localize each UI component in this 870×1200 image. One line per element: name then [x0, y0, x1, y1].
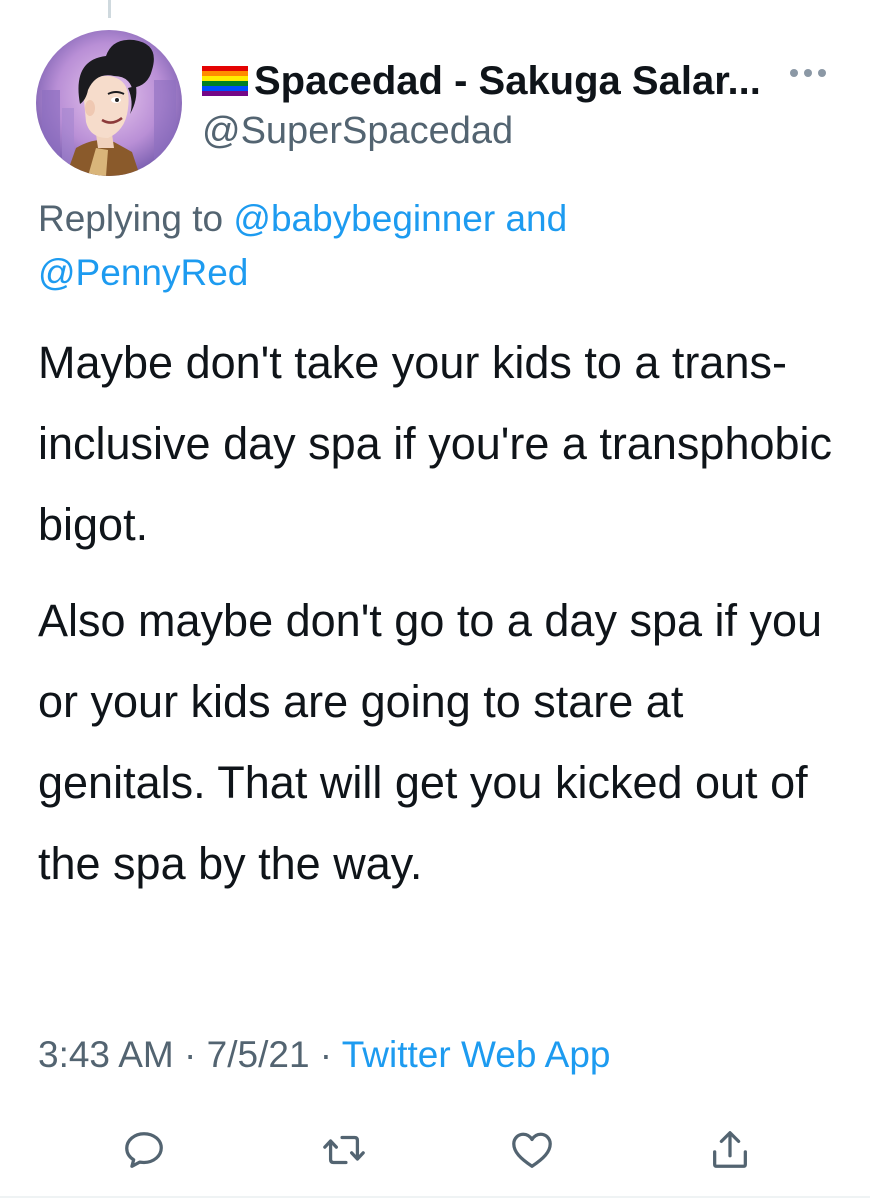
like-button[interactable]	[500, 1118, 564, 1182]
replying-to-line: Replying to @babybeginner and @PennyRed	[38, 192, 838, 300]
pride-rainbow-flag-icon	[202, 66, 248, 96]
tweet-metadata: 3:43 AM · 7/5/21 · Twitter Web App	[38, 1034, 610, 1076]
replying-to-prefix: Replying to	[38, 198, 234, 239]
tweet-body: Maybe don't take your kids to a trans-in…	[38, 322, 838, 919]
author-handle[interactable]: @SuperSpacedad	[202, 110, 802, 153]
mention-link[interactable]: @PennyRed	[38, 252, 248, 293]
avatar-illustration	[36, 30, 182, 176]
tweet-paragraph: Also maybe don't go to a day spa if you …	[38, 595, 823, 889]
meta-separator: ·	[173, 1034, 207, 1075]
reply-button[interactable]	[112, 1118, 176, 1182]
tweet-source-link[interactable]: Twitter Web App	[342, 1034, 611, 1075]
more-options-icon[interactable]	[788, 66, 828, 78]
heart-icon	[512, 1132, 552, 1168]
tweet-paragraph: Maybe don't take your kids to a trans-in…	[38, 337, 833, 550]
retweet-button[interactable]	[312, 1118, 376, 1182]
thread-connector-line	[108, 0, 111, 18]
bottom-divider	[0, 1196, 870, 1198]
mention-link[interactable]: @babybeginner	[233, 198, 495, 239]
tweet-action-bar	[0, 1118, 870, 1182]
tweet-header: Spacedad - Sakuga Salar... @SuperSpaceda…	[36, 30, 836, 190]
share-icon	[713, 1131, 747, 1168]
retweet-icon	[323, 1135, 365, 1165]
tweet-time[interactable]: 3:43 AM	[38, 1034, 174, 1075]
share-button[interactable]	[698, 1118, 762, 1182]
avatar[interactable]	[36, 30, 182, 176]
replying-to-conjunction[interactable]: and	[495, 198, 567, 239]
tweet-date[interactable]: 7/5/21	[207, 1034, 310, 1075]
author-display-name[interactable]: Spacedad - Sakuga Salar...	[254, 59, 761, 104]
author-block: Spacedad - Sakuga Salar... @SuperSpaceda…	[202, 56, 802, 153]
reply-icon	[125, 1132, 163, 1168]
author-name-row[interactable]: Spacedad - Sakuga Salar...	[202, 56, 802, 106]
meta-separator: ·	[309, 1034, 342, 1075]
